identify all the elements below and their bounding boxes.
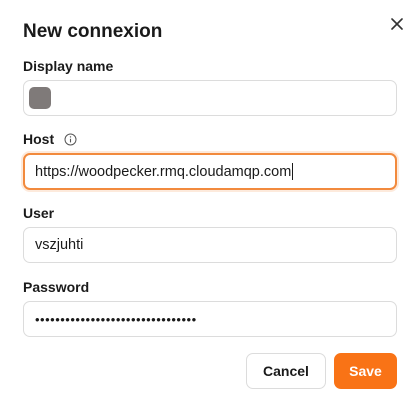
save-button[interactable]: Save (334, 353, 397, 389)
password-label: Password (23, 278, 89, 296)
password-input[interactable]: •••••••••••••••••••••••••••••••• (23, 301, 397, 337)
display-name-label-text: Display name (23, 58, 114, 74)
password-label-text: Password (23, 279, 90, 295)
color-swatch[interactable] (29, 87, 51, 109)
display-name-label: Display name (23, 57, 113, 75)
display-name-field[interactable] (23, 80, 397, 116)
dialog-title: New connexion (23, 21, 163, 42)
user-input[interactable]: vszjuhti (23, 227, 397, 263)
close-button[interactable] (388, 15, 406, 33)
host-label: Host (23, 130, 77, 148)
host-input[interactable]: https://woodpecker.rmq.cloudamqp.com (23, 153, 397, 190)
close-icon (391, 18, 403, 30)
user-label: User (23, 204, 54, 222)
cancel-button[interactable]: Cancel (246, 353, 326, 389)
user-value: vszjuhti (35, 237, 84, 253)
new-connexion-dialog: New connexion Display name Host https://… (0, 0, 420, 412)
password-value: •••••••••••••••••••••••••••••••• (35, 311, 197, 327)
host-value: https://woodpecker.rmq.cloudamqp.com (35, 163, 292, 180)
info-icon[interactable] (64, 133, 77, 146)
host-label-text: Host (23, 131, 55, 147)
text-caret (292, 163, 294, 180)
user-label-text: User (23, 205, 55, 221)
